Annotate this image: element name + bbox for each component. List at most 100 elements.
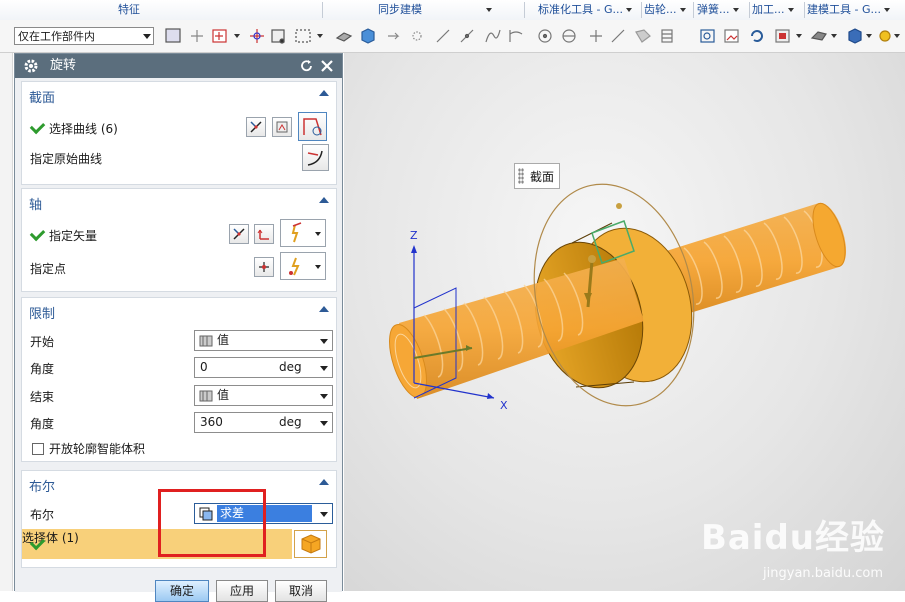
chevron-down-icon[interactable] xyxy=(679,8,686,12)
point-dialog-icon[interactable] xyxy=(254,257,274,277)
box-icon[interactable] xyxy=(848,28,862,44)
chevron-down-icon[interactable] xyxy=(796,34,802,38)
ribbon-group-modeling-tools[interactable]: 建模工具 - G... xyxy=(807,0,903,19)
apply-button-label: 应用 xyxy=(229,584,254,598)
section-header[interactable]: 轴 xyxy=(22,189,336,214)
select-body-button[interactable] xyxy=(294,530,327,558)
open-profile-label: 开放轮廓智能体积 xyxy=(49,442,146,456)
chevron-down-icon xyxy=(320,339,328,344)
circle2-icon[interactable] xyxy=(562,29,576,43)
chevron-down-icon[interactable] xyxy=(831,34,837,38)
collapse-icon[interactable] xyxy=(319,306,329,312)
chevron-down-icon[interactable] xyxy=(317,34,323,38)
vector-type-dropdown[interactable] xyxy=(280,219,326,247)
ribbon-group-spring[interactable]: 弹簧... xyxy=(697,0,747,19)
navigator-strip[interactable] xyxy=(0,53,13,591)
drag-handle-icon[interactable] xyxy=(518,168,524,184)
refresh-icon[interactable] xyxy=(751,30,763,42)
table-icon[interactable] xyxy=(661,29,673,43)
cancel-button[interactable]: 取消 xyxy=(275,580,327,602)
shade-icon[interactable] xyxy=(635,29,651,43)
light-icon[interactable] xyxy=(879,30,891,42)
select-curve-row[interactable]: 选择曲线 (6) xyxy=(22,112,336,141)
open-profile-row[interactable]: 开放轮廓智能体积 xyxy=(22,435,336,461)
point-type-dropdown[interactable] xyxy=(280,252,326,280)
chevron-down-icon[interactable] xyxy=(320,421,328,426)
open-profile-checkbox[interactable] xyxy=(32,443,44,455)
ok-button[interactable]: 确定 xyxy=(155,580,209,602)
dialog-titlebar[interactable]: 旋转 xyxy=(15,54,342,78)
line-icon[interactable] xyxy=(436,29,450,43)
section-header[interactable]: 截面 xyxy=(22,82,336,107)
unit-label: deg xyxy=(279,415,302,429)
cube-icon[interactable] xyxy=(361,28,375,44)
end-type-dropdown[interactable]: 值 xyxy=(194,385,333,406)
watermark-url: jingyan.baidu.com xyxy=(763,566,883,581)
apply-button[interactable]: 应用 xyxy=(216,580,268,602)
layout-icon[interactable] xyxy=(775,29,790,43)
chevron-down-icon[interactable] xyxy=(625,8,632,12)
ribbon-separator xyxy=(749,2,750,18)
snap-icon[interactable] xyxy=(165,28,181,43)
graphics-viewport[interactable]: Z X 截面 Baidu经验 jingyan.baidu.com xyxy=(344,53,905,591)
reverse-direction-icon[interactable] xyxy=(229,224,249,244)
chevron-down-icon[interactable] xyxy=(787,8,794,12)
reset-icon[interactable] xyxy=(300,59,314,73)
section-callout-label: 截面 xyxy=(530,170,555,184)
section-header-label: 轴 xyxy=(29,198,43,213)
collapse-icon[interactable] xyxy=(319,479,329,485)
plus-icon[interactable] xyxy=(590,30,602,42)
curve-rule-icon[interactable] xyxy=(298,112,327,141)
cancel-button-label: 取消 xyxy=(288,584,313,598)
chevron-down-icon[interactable] xyxy=(320,366,328,371)
specify-point-row[interactable]: 指定点 xyxy=(22,252,336,281)
angle-label: 角度 xyxy=(30,417,55,431)
end-angle-input[interactable]: 360 deg xyxy=(194,412,333,433)
section-header[interactable]: 限制 xyxy=(22,298,336,323)
sketch-section-icon[interactable] xyxy=(272,117,292,137)
section-callout[interactable]: 截面 xyxy=(514,163,560,189)
section-group: 截面 选择曲线 (6) 指定原始曲线 xyxy=(21,81,337,185)
chevron-down-icon[interactable] xyxy=(732,8,739,12)
origin-curve-row[interactable]: 指定原始曲线 xyxy=(22,144,336,171)
line2-icon[interactable] xyxy=(460,29,474,43)
image-icon[interactable] xyxy=(724,29,739,43)
collapse-icon[interactable] xyxy=(319,90,329,96)
curve-selection-intent-icon[interactable] xyxy=(246,117,266,137)
ribbon-group-machining[interactable]: 加工... xyxy=(752,0,802,19)
arrow-icon[interactable] xyxy=(388,32,400,40)
close-icon[interactable] xyxy=(320,59,334,73)
start-type-dropdown[interactable]: 值 xyxy=(194,330,333,351)
chevron-down-icon[interactable] xyxy=(866,34,872,38)
node-icon[interactable] xyxy=(412,31,422,41)
vector-dialog-icon[interactable] xyxy=(254,224,274,244)
view-icon[interactable] xyxy=(700,29,715,43)
ribbon-group-standard-tools[interactable]: 标准化工具 - G... xyxy=(538,0,638,19)
slash-icon[interactable] xyxy=(611,29,625,43)
tangent-icon[interactable] xyxy=(509,30,523,42)
move-icon[interactable] xyxy=(191,30,203,42)
select-component-icon[interactable] xyxy=(212,29,227,43)
filter-icon[interactable] xyxy=(271,29,285,44)
ribbon-group-sync-modeling[interactable]: 同步建模 xyxy=(378,0,492,19)
chevron-down-icon[interactable] xyxy=(234,34,240,38)
start-angle-input[interactable]: 0 deg xyxy=(194,357,333,378)
box-select-icon[interactable] xyxy=(295,29,311,43)
point-icon[interactable] xyxy=(250,29,264,43)
ribbon-group-gear[interactable]: 齿轮... xyxy=(644,0,690,19)
chevron-down-icon[interactable] xyxy=(486,8,492,12)
solid-icon[interactable] xyxy=(335,32,353,42)
curve-icon[interactable] xyxy=(485,29,501,43)
origin-curve-icon[interactable] xyxy=(302,144,329,171)
ribbon-group-label: 齿轮... xyxy=(644,3,677,16)
ribbon-separator xyxy=(641,2,642,18)
circle-icon[interactable] xyxy=(538,29,552,43)
ribbon-group-feature[interactable]: 特征 xyxy=(118,0,140,19)
chevron-down-icon[interactable] xyxy=(894,34,900,38)
render-icon[interactable] xyxy=(810,31,827,41)
collapse-icon[interactable] xyxy=(319,197,329,203)
specify-vector-row[interactable]: 指定矢量 xyxy=(22,219,336,248)
chevron-down-icon[interactable] xyxy=(883,8,890,12)
check-icon xyxy=(29,118,46,135)
gear-icon xyxy=(24,59,38,73)
